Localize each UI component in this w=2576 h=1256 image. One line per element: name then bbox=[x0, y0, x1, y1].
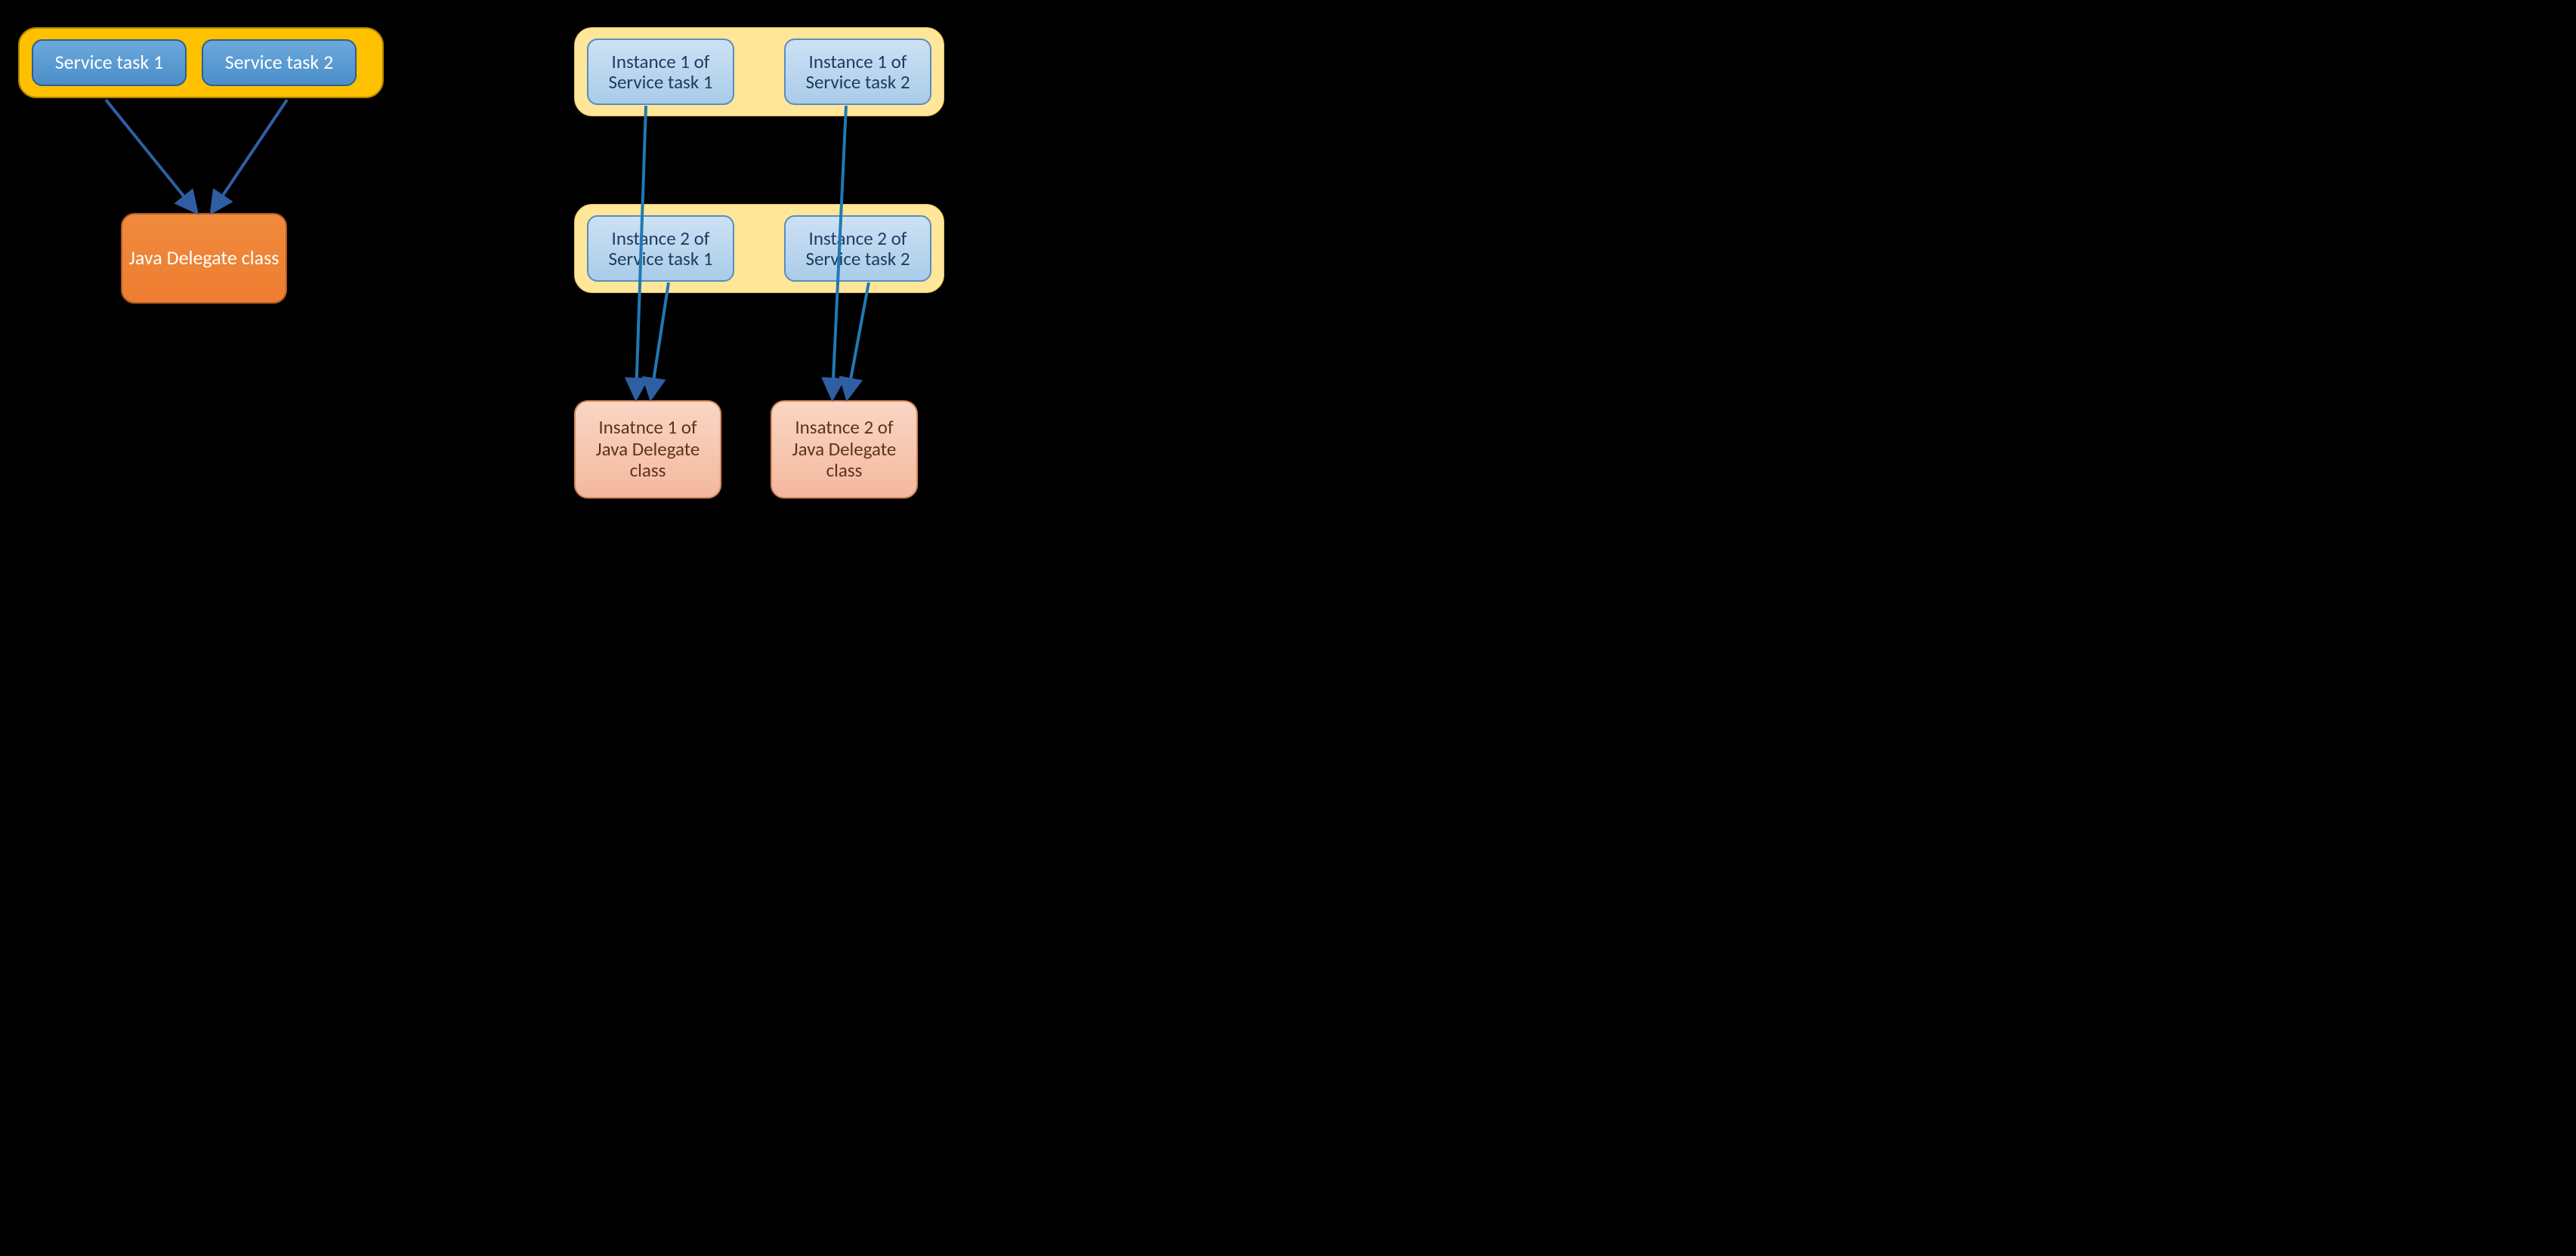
arrow-i2t2-d2 bbox=[848, 282, 869, 396]
java-delegate-box: Java Delegate class bbox=[121, 213, 287, 304]
arrow-task1-delegate bbox=[106, 100, 195, 210]
java-delegate-label: Java Delegate class bbox=[129, 247, 280, 270]
service-task-1-box: Service task 1 bbox=[32, 39, 187, 86]
delegate-instance-1-box: Insatnce 1 of Java Delegate class bbox=[574, 400, 721, 498]
instance-1-task-1-label: Instance 1 of Service task 1 bbox=[608, 51, 712, 93]
arrow-task2-delegate bbox=[213, 100, 287, 210]
delegate-instance-2-label: Insatnce 2 of Java Delegate class bbox=[792, 417, 897, 482]
delegate-instance-2-box: Insatnce 2 of Java Delegate class bbox=[771, 400, 918, 498]
process-instance-1-container: Instance 1 of Service task 1 Instance 1 … bbox=[574, 27, 944, 116]
service-task-2-label: Service task 2 bbox=[225, 51, 334, 74]
instance-1-task-2-label: Instance 1 of Service task 2 bbox=[805, 51, 910, 93]
service-task-2-box: Service task 2 bbox=[202, 39, 357, 86]
instance-1-task-1-box: Instance 1 of Service task 1 bbox=[587, 39, 734, 105]
service-task-1-label: Service task 1 bbox=[55, 51, 164, 74]
instance-2-task-1-box: Instance 2 of Service task 1 bbox=[587, 215, 734, 282]
instance-2-task-2-label: Instance 2 of Service task 2 bbox=[805, 228, 910, 270]
instance-2-task-2-box: Instance 2 of Service task 2 bbox=[784, 215, 931, 282]
instance-2-task-1-label: Instance 2 of Service task 1 bbox=[608, 228, 712, 270]
process-instance-2-container: Instance 2 of Service task 1 Instance 2 … bbox=[574, 204, 944, 293]
process-definition-container: Service task 1 Service task 2 bbox=[18, 27, 384, 98]
delegate-instance-1-label: Insatnce 1 of Java Delegate class bbox=[596, 417, 700, 482]
arrow-i2t1-d1 bbox=[651, 282, 669, 396]
instance-1-task-2-box: Instance 1 of Service task 2 bbox=[784, 39, 931, 105]
